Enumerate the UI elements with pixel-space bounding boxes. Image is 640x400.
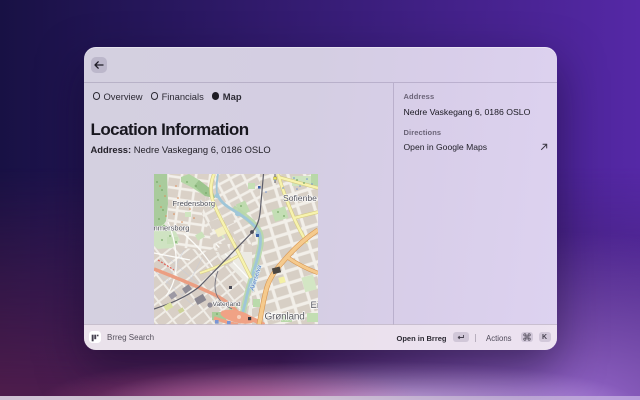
svg-text:mmersborg: mmersborg [154,224,189,233]
svg-text:Vaterland: Vaterland [213,301,241,308]
svg-text:Grønland: Grønland [265,312,305,323]
svg-text:Fredensborg: Fredensborg [173,199,216,208]
svg-text:Sofienbe: Sofienbe [283,193,317,203]
svg-text:En: En [311,300,319,311]
